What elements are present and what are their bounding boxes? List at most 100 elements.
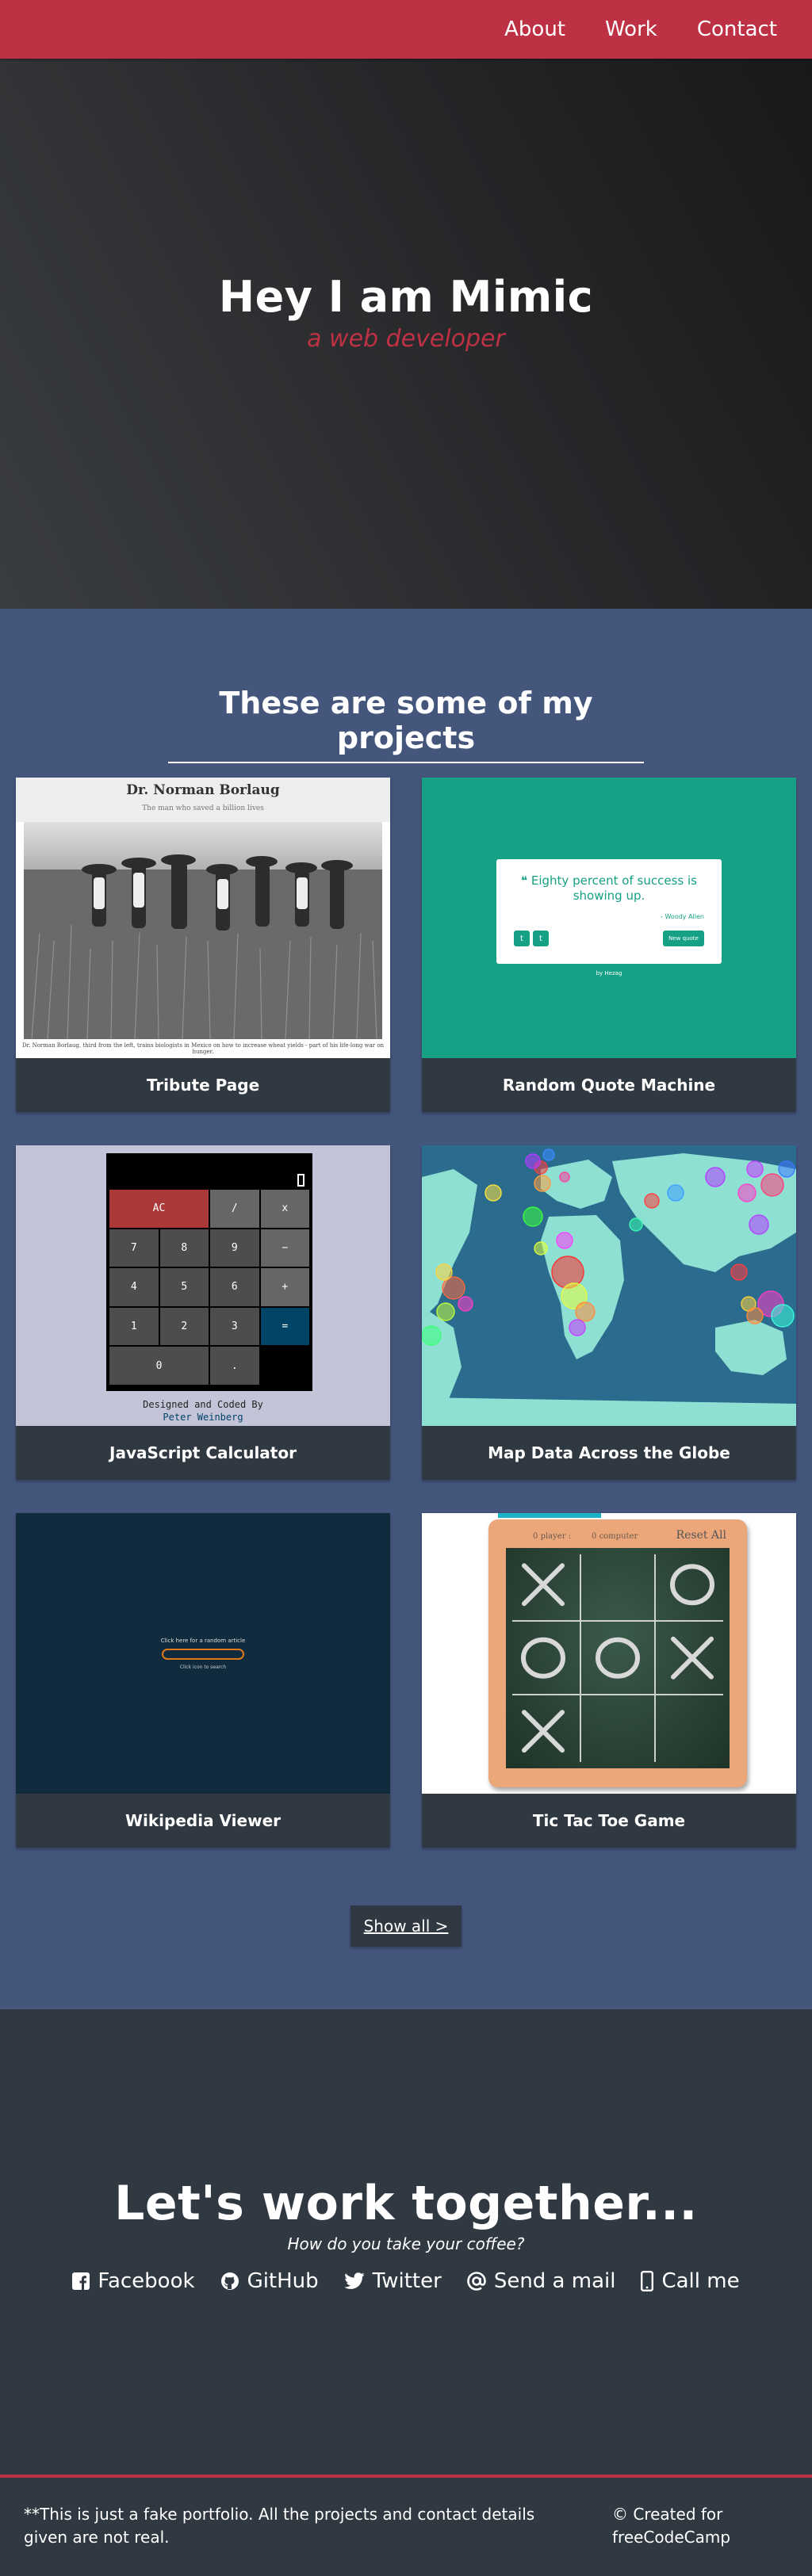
ttt-player-score: 0 xyxy=(533,1532,538,1541)
at-icon xyxy=(467,2271,486,2291)
ttt-grid xyxy=(512,1554,723,1762)
ttt-o-mark xyxy=(521,1637,565,1679)
calculator-thumbnail: AC / x 7 8 9 − 4 5 6 + 1 2 3 = 0 . Desig… xyxy=(16,1145,390,1426)
footer-disclaimer: **This is just a fake portfolio. All the… xyxy=(24,2505,535,2547)
calc-key: 5 xyxy=(159,1268,209,1306)
send-mail-link[interactable]: Send a mail xyxy=(467,2268,616,2293)
twitter-icon: t xyxy=(514,931,530,946)
calc-key: 9 xyxy=(210,1229,259,1267)
wiki-search-hint: Click icon to search xyxy=(179,1664,227,1670)
projects-section: These are some of my projects Dr. Norman… xyxy=(0,609,812,2009)
ttt-x-mark xyxy=(522,1563,565,1607)
quote-text: Eighty percent of success is showing up. xyxy=(530,873,697,903)
projects-title: These are some of my projects xyxy=(168,686,644,763)
calc-designed-label: Designed and Coded By xyxy=(143,1399,263,1410)
project-title: Random Quote Machine xyxy=(422,1058,796,1112)
calc-key-equals: = xyxy=(260,1307,309,1346)
nav-contact-link[interactable]: Contact xyxy=(697,17,777,41)
ttt-chalkboard xyxy=(506,1548,730,1768)
ttt-x-mark xyxy=(671,1636,714,1680)
quote-author: - Woody Allen xyxy=(661,912,704,920)
calc-key: . xyxy=(210,1347,259,1385)
facebook-link-label: Facebook xyxy=(98,2268,195,2293)
github-link-label: GitHub xyxy=(247,2268,319,2293)
calc-key: + xyxy=(260,1268,309,1306)
footer: **This is just a fake portfolio. All the… xyxy=(0,2478,812,2576)
facebook-link[interactable]: Facebook xyxy=(72,2268,195,2293)
twitter-link[interactable]: Twitter xyxy=(343,2268,442,2293)
calculator-display xyxy=(109,1156,309,1190)
send-mail-link-label: Send a mail xyxy=(493,2268,616,2293)
contact-subtitle: How do you take your coffee? xyxy=(287,2234,525,2253)
project-title: Map Data Across the Globe xyxy=(422,1426,796,1480)
twitter-link-label: Twitter xyxy=(372,2268,442,2293)
contact-links: Facebook GitHub Twitter Send a mail Call… xyxy=(59,2269,752,2293)
calc-key: 8 xyxy=(159,1229,209,1267)
twitter-icon xyxy=(343,2272,365,2290)
github-icon xyxy=(220,2272,239,2291)
ttt-computer-label: computer xyxy=(599,1532,638,1541)
tic-tac-toe-thumbnail: 0 player : 0 computer Reset All xyxy=(422,1513,796,1794)
tribute-photo-image xyxy=(24,822,382,1039)
hero-subtitle: a web developer xyxy=(307,325,505,353)
ttt-computer-score: 0 xyxy=(592,1532,597,1541)
project-tile-wikipedia-viewer[interactable]: Click here for a random article Click ic… xyxy=(16,1513,390,1848)
quote-by-label: by Hezag xyxy=(596,970,622,977)
project-tile-tic-tac-toe[interactable]: 0 player : 0 computer Reset All Tic Tac … xyxy=(422,1513,796,1848)
project-title: Tic Tac Toe Game xyxy=(422,1794,796,1848)
contact-title: Let's work together... xyxy=(114,2175,698,2231)
nav-about-link[interactable]: About xyxy=(504,17,565,41)
ttt-reset-button: Reset All xyxy=(676,1529,726,1542)
new-quote-button: New quote xyxy=(663,931,704,946)
calculator-keypad: AC / x 7 8 9 − 4 5 6 + 1 2 3 = 0 . xyxy=(109,1190,309,1385)
calc-key: 6 xyxy=(210,1268,259,1306)
welcome-section: Hey I am Mimic a web developer xyxy=(0,0,812,609)
wikipedia-viewer-thumbnail: Click here for a random article Click ic… xyxy=(16,1513,390,1794)
footer-credit: © Created for freeCodeCamp xyxy=(612,2505,731,2547)
wiki-search-field xyxy=(162,1648,244,1660)
calculator-body: AC / x 7 8 9 − 4 5 6 + 1 2 3 = 0 . xyxy=(106,1153,312,1391)
tribute-thumb-caption: Dr. Norman Borlaug, third from the left,… xyxy=(21,1042,385,1055)
ttt-o-mark xyxy=(596,1637,640,1679)
quote-box: ❝ Eighty percent of success is showing u… xyxy=(496,859,722,964)
facebook-icon xyxy=(72,2272,90,2290)
call-me-link[interactable]: Call me xyxy=(641,2268,740,2293)
quote-icon: ❝ xyxy=(521,873,531,888)
call-me-link-label: Call me xyxy=(661,2268,740,2293)
hero-title: Hey I am Mimic xyxy=(218,272,594,322)
mobile-phone-icon xyxy=(641,2270,654,2291)
calc-key: 7 xyxy=(109,1229,159,1267)
show-all-button[interactable]: Show all > xyxy=(350,1905,462,1947)
map-thumbnail xyxy=(422,1145,796,1426)
calc-key: 0 xyxy=(109,1347,209,1385)
tribute-thumb-subtitle: The man who saved a billion lives xyxy=(142,805,264,812)
calc-author-name: Peter Weinberg xyxy=(163,1411,243,1423)
world-map-image xyxy=(422,1145,796,1426)
calc-key: x xyxy=(260,1190,309,1228)
ttt-board-frame: 0 player : 0 computer Reset All xyxy=(488,1519,747,1787)
calc-key: 1 xyxy=(109,1307,159,1346)
top-navbar: About Work Contact xyxy=(0,0,812,59)
nav-work-link[interactable]: Work xyxy=(605,17,657,41)
wiki-random-article-link: Click here for a random article xyxy=(160,1637,246,1644)
calc-key: / xyxy=(210,1190,259,1228)
project-tile-javascript-calculator[interactable]: AC / x 7 8 9 − 4 5 6 + 1 2 3 = 0 . Desig… xyxy=(16,1145,390,1480)
project-title: JavaScript Calculator xyxy=(16,1426,390,1480)
calc-key: 4 xyxy=(109,1268,159,1306)
github-link[interactable]: GitHub xyxy=(220,2269,319,2293)
contact-section: Let's work together... How do you take y… xyxy=(0,2009,812,2478)
ttt-x-mark xyxy=(522,1710,565,1753)
tumblr-icon: t xyxy=(533,931,549,946)
ttt-o-mark xyxy=(670,1564,714,1606)
project-title: Tribute Page xyxy=(16,1058,390,1112)
calc-key: AC xyxy=(109,1190,209,1228)
ttt-player-label: player : xyxy=(540,1532,572,1541)
tribute-page-thumbnail: Dr. Norman Borlaug The man who saved a b… xyxy=(16,778,390,1058)
calc-key: 2 xyxy=(159,1307,209,1346)
project-title: Wikipedia Viewer xyxy=(16,1794,390,1848)
project-tile-map-data[interactable]: Map Data Across the Globe xyxy=(422,1145,796,1480)
project-tile-random-quote-machine[interactable]: ❝ Eighty percent of success is showing u… xyxy=(422,778,796,1112)
project-tile-tribute-page[interactable]: Dr. Norman Borlaug The man who saved a b… xyxy=(16,778,390,1112)
calc-key: 3 xyxy=(210,1307,259,1346)
ttt-top-tab xyxy=(498,1513,601,1518)
